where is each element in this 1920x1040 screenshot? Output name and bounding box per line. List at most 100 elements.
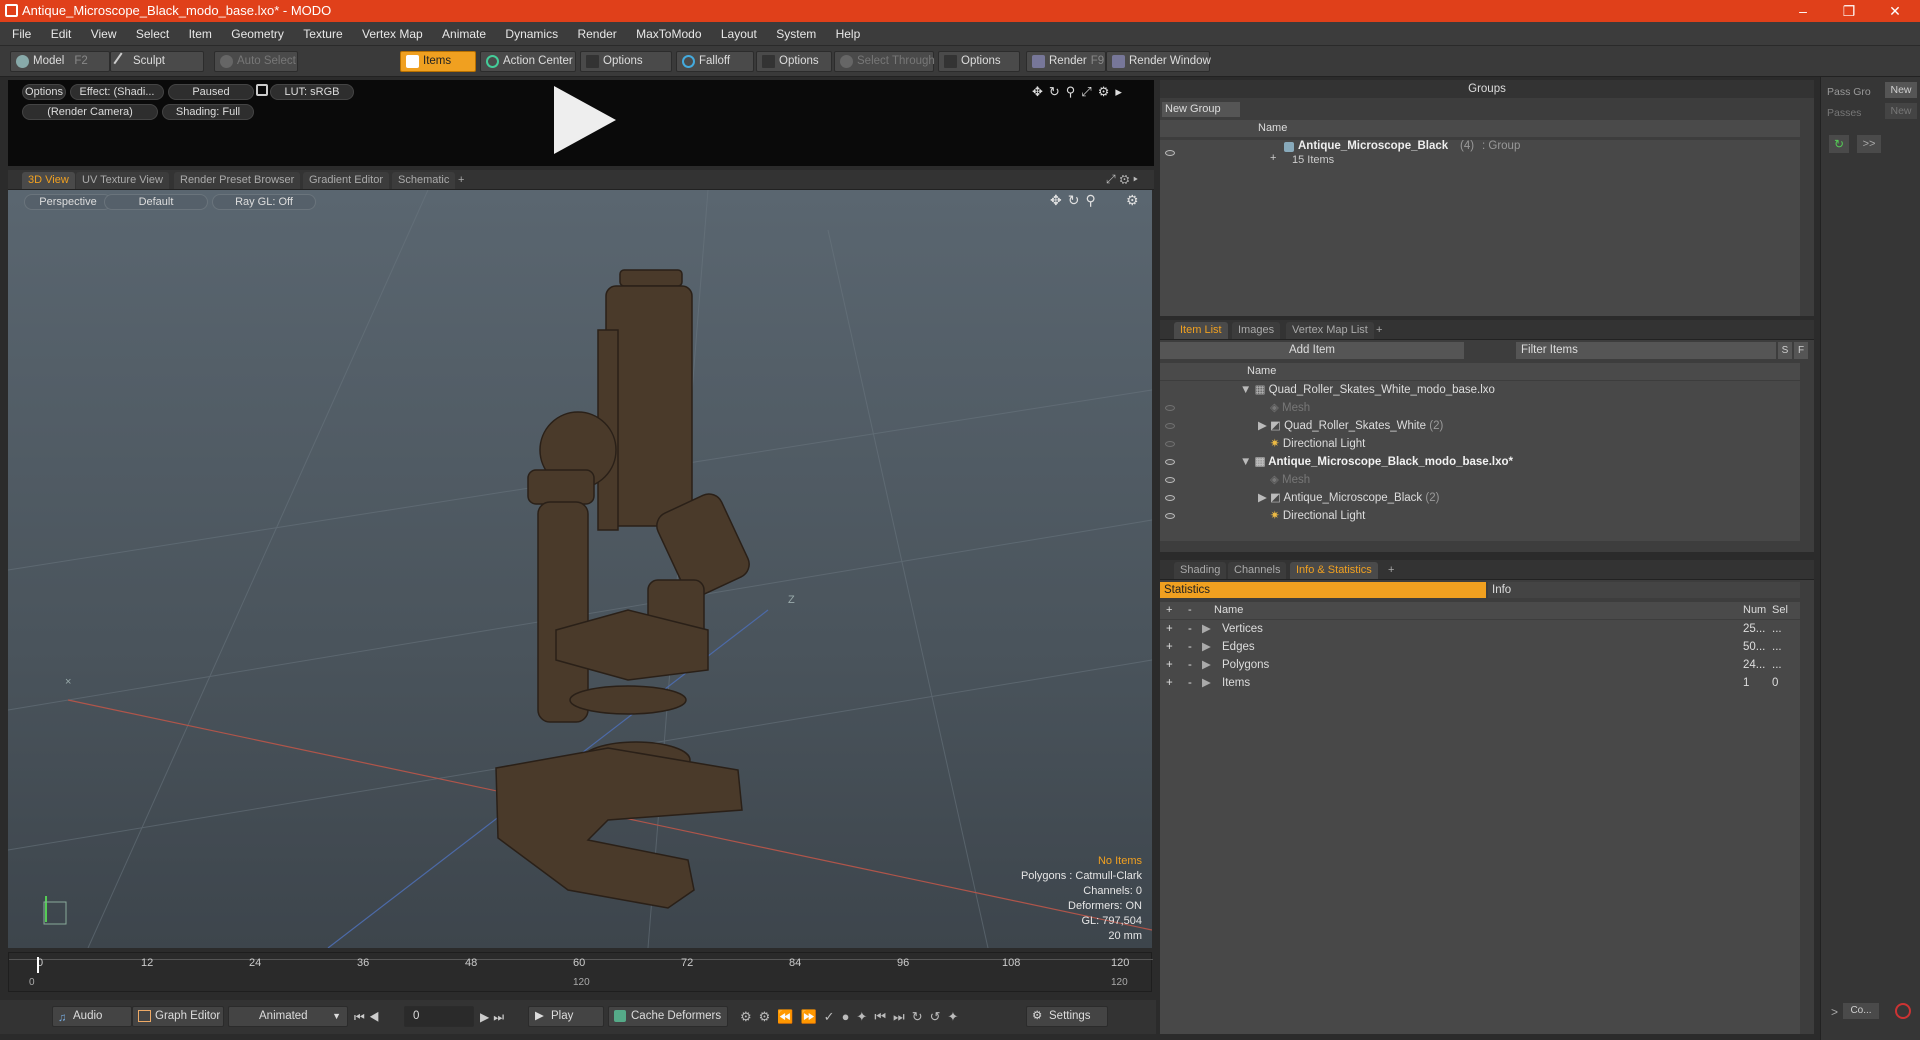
settings-button[interactable]: ⚙ Settings (1026, 1006, 1108, 1027)
visibility-eye-icon[interactable] (1165, 459, 1175, 465)
stats-row-vertices[interactable]: + - ▶ Vertices 25...... (1160, 620, 1800, 638)
tab-channels[interactable]: Channels (1228, 562, 1287, 579)
menu-vertex-map[interactable]: Vertex Map (354, 22, 431, 46)
timeline[interactable]: 0 12 24 36 48 60 72 84 96 108 120 0 120 … (8, 952, 1153, 992)
prev-key-buttons[interactable]: ⏮◀ (354, 1010, 384, 1025)
stats-row-polygons[interactable]: + - ▶ Polygons 24...... (1160, 656, 1800, 674)
render-window-button[interactable]: Render Window (1106, 51, 1211, 72)
preview-options-button[interactable]: Options (22, 84, 66, 100)
refresh-icon[interactable]: ↻ (1829, 135, 1849, 153)
tree-row-microscope-scene[interactable]: ▼ ▦ Antique_Microscope_Black_modo_base.l… (1240, 453, 1513, 471)
menu-render[interactable]: Render (569, 22, 624, 46)
visibility-eye-icon[interactable] (1165, 441, 1175, 447)
add-itemlist-tab[interactable]: + (1370, 322, 1388, 339)
tree-row-microscope-group[interactable]: ▶ ◩ Antique_Microscope_Black (2) (1258, 489, 1439, 507)
new-group-button[interactable]: New Group (1162, 102, 1240, 117)
group-name[interactable]: Antique_Microscope_Black (1298, 140, 1448, 152)
lock-icon[interactable] (256, 84, 268, 96)
visibility-eye-icon[interactable] (1165, 405, 1175, 411)
add-item-dropdown[interactable]: Add Item (1160, 342, 1464, 359)
menu-edit[interactable]: Edit (43, 22, 80, 46)
animated-dropdown[interactable]: Animated ▼ (228, 1006, 348, 1027)
3d-viewport[interactable]: × Z Perspective Default Ray GL: Off ✥↻⚲ … (8, 190, 1152, 948)
viewport-corner-icons[interactable]: ⤢⚙▸ (1106, 172, 1142, 187)
new-pass-group-button[interactable]: New (1885, 82, 1917, 98)
action-center-button[interactable]: Action Center (480, 51, 576, 72)
tab-vertex-map-list[interactable]: Vertex Map List (1286, 322, 1374, 339)
tree-row-skates-mesh[interactable]: ◈ Mesh (1270, 399, 1310, 417)
preview-nav-icons[interactable]: ✥↻⚲⤢⚙▸ (1032, 84, 1128, 100)
menu-animate[interactable]: Animate (434, 22, 494, 46)
chevron-right-icon[interactable]: > (1831, 1005, 1838, 1019)
playhead[interactable] (37, 957, 39, 973)
menu-help[interactable]: Help (828, 22, 869, 46)
add-stats-tab[interactable]: + (1382, 562, 1400, 579)
filter-s-button[interactable]: S (1778, 342, 1792, 359)
action-center-options-button[interactable]: Options (580, 51, 672, 72)
tree-row-microscope-mesh[interactable]: ◈ Mesh (1270, 471, 1310, 489)
expand-all-icon[interactable]: + (1166, 602, 1172, 619)
tab-info-statistics[interactable]: Info & Statistics (1290, 562, 1378, 579)
tab-item-list[interactable]: Item List (1174, 322, 1228, 339)
audio-button[interactable]: ♫ Audio (52, 1006, 132, 1027)
shading-dropdown[interactable]: Shading: Full (162, 104, 254, 120)
tree-row-skates-group[interactable]: ▶ ◩ Quad_Roller_Skates_White (2) (1258, 417, 1443, 435)
falloff-options-button[interactable]: Options (756, 51, 832, 72)
tree-row-skates-light[interactable]: ✷ Directional Light (1270, 435, 1365, 453)
menu-item[interactable]: Item (181, 22, 220, 46)
preview-paused-button[interactable]: Paused (168, 84, 254, 100)
co-button[interactable]: Co... (1843, 1003, 1879, 1019)
statistics-tab[interactable]: Statistics (1160, 582, 1486, 598)
sculpt-mode-button[interactable]: Sculpt (110, 51, 204, 72)
raygl-toggle[interactable]: Ray GL: Off (212, 194, 316, 210)
stats-row-edges[interactable]: + - ▶ Edges 50...... (1160, 638, 1800, 656)
tab-images[interactable]: Images (1232, 322, 1281, 339)
visibility-eye-icon[interactable] (1165, 477, 1175, 483)
menu-system[interactable]: System (768, 22, 824, 46)
menu-view[interactable]: View (83, 22, 125, 46)
tree-row-microscope-light[interactable]: ✷ Directional Light (1270, 507, 1365, 525)
expand-arrows-icon[interactable]: >> (1857, 135, 1881, 153)
tab-3d-view[interactable]: 3D View (22, 172, 75, 189)
model-mode-button[interactable]: Model F2 (10, 51, 110, 72)
collapse-all-icon[interactable]: - (1188, 602, 1192, 619)
tab-render-preset-browser[interactable]: Render Preset Browser (174, 172, 301, 189)
tab-shading[interactable]: Shading (1174, 562, 1227, 579)
cache-deformers-button[interactable]: Cache Deformers (608, 1006, 728, 1027)
menu-texture[interactable]: Texture (295, 22, 350, 46)
graph-editor-button[interactable]: Graph Editor (132, 1006, 224, 1027)
menu-select[interactable]: Select (128, 22, 177, 46)
group-expand-icon[interactable]: + (1270, 152, 1276, 164)
select-through-options-button[interactable]: Options (938, 51, 1020, 72)
menu-maxtomodo[interactable]: MaxToModo (628, 22, 709, 46)
menu-dynamics[interactable]: Dynamics (497, 22, 566, 46)
render-button[interactable]: Render F9 (1026, 51, 1106, 72)
next-key-buttons[interactable]: ▶⏭ (480, 1010, 508, 1025)
filter-f-button[interactable]: F (1794, 342, 1808, 359)
filter-items-input[interactable]: Filter Items (1516, 342, 1776, 359)
record-icon[interactable] (1895, 1003, 1911, 1019)
add-tab-button[interactable]: + (452, 172, 470, 189)
play-preview-icon[interactable] (554, 86, 616, 154)
menu-file[interactable]: File (4, 22, 39, 46)
shading-default-dropdown[interactable]: Default (104, 194, 208, 210)
tree-row-skates-scene[interactable]: ▼ ▦ Quad_Roller_Skates_White_modo_base.l… (1240, 381, 1495, 399)
perspective-dropdown[interactable]: Perspective (24, 194, 112, 210)
tab-uv-texture-view[interactable]: UV Texture View (76, 172, 169, 189)
viewport-nav-icons[interactable]: ✥↻⚲ (1050, 192, 1102, 209)
viewport-settings-icon[interactable]: ⚙ (1126, 192, 1139, 209)
menu-geometry[interactable]: Geometry (223, 22, 292, 46)
visibility-eye-icon[interactable] (1165, 495, 1175, 501)
stats-row-items[interactable]: + - ▶ Items 1 0 (1160, 674, 1800, 692)
auto-select-button[interactable]: Auto Select (214, 51, 298, 72)
minimize-button[interactable]: – (1780, 0, 1826, 22)
maximize-button[interactable]: ❐ (1826, 0, 1872, 22)
tab-schematic[interactable]: Schematic (392, 172, 456, 189)
items-mode-button[interactable]: Items (400, 51, 476, 72)
play-button[interactable]: ▶ Play (528, 1006, 604, 1027)
falloff-button[interactable]: Falloff (676, 51, 754, 72)
menu-layout[interactable]: Layout (713, 22, 765, 46)
key-tool-icons[interactable]: ⚙⚙⏪⏩✓●✦⏮⏭↻↺✦ (740, 1009, 965, 1025)
select-through-button[interactable]: Select Through (834, 51, 935, 72)
visibility-eye-icon[interactable] (1165, 513, 1175, 519)
